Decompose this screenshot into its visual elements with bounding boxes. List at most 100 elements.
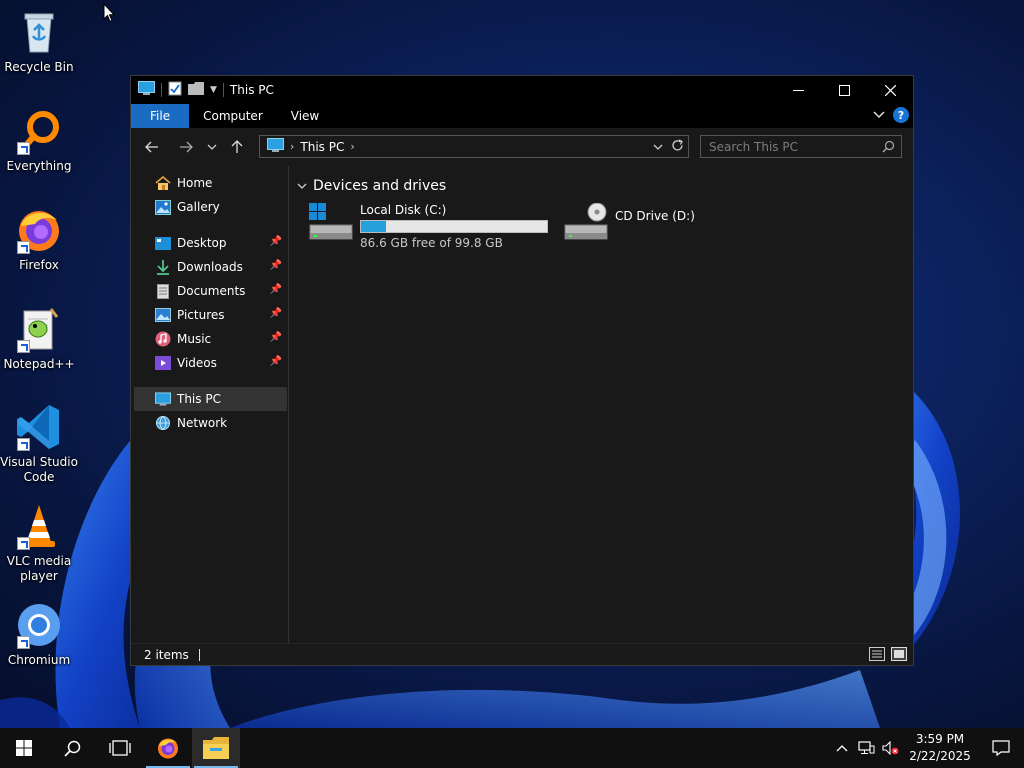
group-header-label: Devices and drives: [313, 178, 447, 194]
pin-icon[interactable]: 📌: [270, 236, 282, 247]
group-header-devices[interactable]: Devices and drives: [297, 178, 446, 194]
nav-item-label: Music: [177, 332, 212, 346]
downloads-icon: [155, 259, 171, 275]
desktop-icon-recycle-bin[interactable]: Recycle Bin: [0, 8, 78, 75]
show-hidden-icons-button[interactable]: [830, 728, 854, 768]
pin-icon[interactable]: 📌: [270, 356, 282, 367]
large-icons-view-icon[interactable]: [891, 647, 907, 664]
action-center-button[interactable]: [978, 728, 1024, 768]
breadcrumb-chevron-icon[interactable]: ›: [290, 140, 294, 153]
firefox-icon: [15, 206, 63, 254]
vlc-cone-icon: [15, 502, 63, 550]
breadcrumb-this-pc[interactable]: This PC: [300, 140, 344, 154]
tab-computer[interactable]: Computer: [189, 104, 277, 128]
status-bar: 2 items: [131, 643, 913, 665]
back-button[interactable]: [137, 132, 167, 162]
nav-item-desktop[interactable]: Desktop 📌: [131, 231, 288, 255]
desktop-icon-vlc[interactable]: VLC media player: [0, 502, 78, 584]
desktop-icon-notepad-plus-plus[interactable]: Notepad++: [0, 305, 78, 372]
desktop-icon-vscode[interactable]: Visual Studio Code: [0, 403, 78, 485]
window-title: This PC: [229, 83, 274, 97]
minimize-button[interactable]: [775, 76, 821, 104]
close-icon: [884, 84, 896, 96]
shortcut-arrow-icon: [17, 636, 30, 649]
clock-date: 2/22/2025: [909, 749, 971, 763]
taskbar-firefox[interactable]: [144, 728, 192, 768]
home-icon: [155, 175, 171, 191]
expand-ribbon-icon[interactable]: [873, 108, 885, 122]
nav-item-gallery[interactable]: Gallery: [131, 195, 288, 219]
close-button[interactable]: [867, 76, 913, 104]
nav-item-label: Gallery: [177, 200, 220, 214]
nav-item-network[interactable]: Network: [131, 411, 288, 435]
search-button[interactable]: [48, 728, 96, 768]
nav-item-documents[interactable]: Documents 📌: [131, 279, 288, 303]
nav-item-label: Home: [177, 176, 213, 190]
network-status-button[interactable]: [854, 728, 878, 768]
forward-arrow-icon: [180, 141, 193, 153]
desktop-icon-label: Recycle Bin: [4, 60, 74, 74]
explorer-window[interactable]: ▼ This PC File Computer View ? › This PC…: [130, 75, 914, 666]
taskbar-clock[interactable]: 3:59 PM 2/22/2025: [902, 731, 978, 765]
address-bar[interactable]: › This PC ›: [259, 135, 689, 158]
customize-toolbar-dropdown-icon[interactable]: ▼: [210, 85, 217, 95]
music-icon: [155, 331, 171, 347]
desktop-icon-firefox[interactable]: Firefox: [0, 206, 78, 273]
task-view-button[interactable]: [96, 728, 144, 768]
volume-button[interactable]: [878, 728, 902, 768]
this-pc-icon: [155, 391, 171, 407]
desktop-icon-everything[interactable]: Everything: [0, 107, 78, 174]
notepad-plus-plus-icon: [15, 305, 63, 353]
title-bar[interactable]: ▼ This PC: [131, 76, 913, 104]
clock-time: 3:59 PM: [915, 732, 965, 746]
mouse-cursor-icon: [103, 2, 116, 26]
content-pane[interactable]: Devices and drives Local Disk (C:) 86.6 …: [289, 166, 913, 643]
address-history-dropdown-icon[interactable]: [653, 140, 663, 154]
drive-cd-d[interactable]: CD Drive (D:): [563, 202, 695, 241]
properties-icon[interactable]: [168, 81, 182, 99]
refresh-icon[interactable]: [671, 138, 684, 155]
up-button[interactable]: [223, 132, 251, 162]
new-folder-icon[interactable]: [188, 82, 204, 98]
everything-icon: [15, 107, 63, 155]
tab-file[interactable]: File: [131, 104, 190, 128]
nav-item-videos[interactable]: Videos 📌: [131, 351, 288, 375]
forward-button[interactable]: [171, 132, 201, 162]
nav-item-downloads[interactable]: Downloads 📌: [131, 255, 288, 279]
pin-icon[interactable]: 📌: [270, 308, 282, 319]
shortcut-arrow-icon: [17, 438, 30, 451]
recent-locations-button[interactable]: [201, 132, 223, 162]
desktop-icon-chromium[interactable]: Chromium: [0, 601, 78, 668]
taskbar-file-explorer[interactable]: [192, 728, 240, 768]
search-input[interactable]: [709, 139, 874, 154]
start-button[interactable]: [0, 728, 48, 768]
search-icon[interactable]: [882, 140, 895, 156]
nav-item-this-pc[interactable]: This PC: [134, 387, 287, 411]
firefox-icon: [158, 738, 178, 759]
maximize-button[interactable]: [821, 76, 867, 104]
pin-icon[interactable]: 📌: [270, 284, 282, 295]
chevron-down-icon: [297, 183, 307, 189]
quick-access-toolbar: ▼: [131, 76, 224, 104]
windows-logo-icon: [16, 740, 32, 756]
task-view-icon: [109, 740, 131, 756]
nav-item-home[interactable]: Home: [131, 171, 288, 195]
search-box[interactable]: [700, 135, 902, 158]
navigation-pane[interactable]: Home Gallery Desktop 📌 Downloads 📌 Docum…: [131, 166, 289, 643]
drive-free-space: 86.6 GB free of 99.8 GB: [360, 236, 503, 250]
desktop-icon-label: Everything: [6, 159, 72, 173]
tab-view[interactable]: View: [277, 104, 333, 128]
item-count: 2 items: [144, 647, 189, 662]
pin-icon[interactable]: 📌: [270, 260, 282, 271]
desktop-icon-label: Firefox: [19, 258, 59, 272]
details-view-icon[interactable]: [869, 647, 885, 664]
nav-item-pictures[interactable]: Pictures 📌: [131, 303, 288, 327]
nav-item-music[interactable]: Music 📌: [131, 327, 288, 351]
minimize-icon: [792, 89, 804, 91]
help-icon[interactable]: ?: [893, 107, 909, 123]
documents-icon: [155, 283, 171, 299]
vscode-icon: [15, 403, 63, 451]
pin-icon[interactable]: 📌: [270, 332, 282, 343]
breadcrumb-chevron-icon[interactable]: ›: [350, 140, 354, 153]
drive-local-disk-c[interactable]: Local Disk (C:) 86.6 GB free of 99.8 GB: [308, 203, 548, 250]
